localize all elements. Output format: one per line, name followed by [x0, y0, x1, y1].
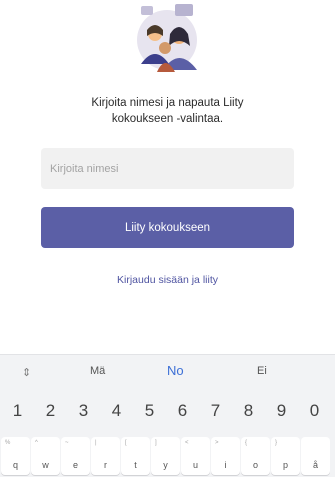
key-p[interactable]: } p: [271, 437, 300, 475]
key-i[interactable]: > i: [211, 437, 240, 475]
key-w-alt: ^: [35, 440, 38, 446]
key-e[interactable]: ~ e: [61, 437, 90, 475]
key-8[interactable]: 8: [233, 395, 264, 426]
key-o-alt: {: [245, 440, 248, 446]
key-5[interactable]: 5: [134, 395, 165, 426]
key-3[interactable]: 3: [68, 395, 99, 426]
instruction-line-1: Kirjoita nimesi ja napauta Liity: [91, 97, 244, 109]
key-9[interactable]: 9: [266, 395, 297, 426]
join-instruction-text: Kirjoita nimesi ja napauta Liity kokouks…: [40, 95, 295, 127]
participants-illustration-icon: [137, 4, 197, 72]
key-t-alt: [: [125, 440, 127, 446]
key-t-label: t: [134, 460, 137, 470]
key-6[interactable]: 6: [167, 395, 198, 426]
join-meeting-button[interactable]: Liity kokoukseen: [41, 207, 294, 248]
key-2[interactable]: 2: [35, 395, 66, 426]
meeting-illustration: [135, 0, 199, 76]
key-u-alt: <: [185, 440, 189, 446]
key-q-alt: %: [5, 440, 11, 446]
key-q-label: q: [12, 460, 18, 470]
key-4[interactable]: 4: [101, 395, 132, 426]
key-1[interactable]: 1: [2, 395, 33, 426]
key-y-label: y: [163, 460, 168, 470]
key-p-label: p: [282, 460, 288, 470]
sign-in-and-join-link[interactable]: Kirjaudu sisään ja liity: [40, 274, 295, 286]
suggestion-2[interactable]: No: [167, 363, 184, 378]
on-screen-keyboard: ⇕ Mä No Ei 1 2 3 4 5 6 7 8 9 0 % q ^ w ~ e …: [0, 354, 335, 477]
key-y[interactable]: ] y: [151, 437, 180, 475]
key-r[interactable]: | r: [91, 437, 120, 475]
key-r-alt: |: [95, 440, 97, 446]
name-input[interactable]: [41, 148, 294, 189]
key-a-ring-label: å: [312, 460, 318, 470]
letter-row-top: % q ^ w ~ e | r [t ] y < u > i {o } p å: [0, 435, 335, 477]
suggestion-bar: ⇕ Mä No Ei: [0, 355, 335, 391]
suggestion-3[interactable]: Ei: [257, 365, 267, 377]
key-w-label: w: [42, 460, 49, 470]
key-e-alt: ~: [65, 440, 69, 446]
instruction-line-2: kokoukseen -valintaa.: [111, 113, 224, 125]
key-t[interactable]: [t: [121, 437, 150, 475]
key-7[interactable]: 7: [200, 395, 231, 426]
key-e-label: e: [72, 460, 78, 470]
key-r-label: r: [104, 460, 107, 470]
key-i-alt: >: [215, 440, 219, 446]
key-q[interactable]: % q: [1, 437, 30, 475]
key-i-label: i: [224, 460, 227, 470]
key-u-label: u: [192, 460, 198, 470]
key-y-alt: ]: [155, 440, 157, 446]
key-o-label: o: [252, 460, 258, 470]
key-a-ring[interactable]: å: [301, 437, 330, 475]
key-u[interactable]: < u: [181, 437, 210, 475]
number-row: 1 2 3 4 5 6 7 8 9 0: [0, 393, 335, 429]
key-w[interactable]: ^ w: [31, 437, 60, 475]
key-p-alt: }: [275, 440, 278, 446]
expand-toolbar-icon[interactable]: ⇕: [22, 366, 31, 379]
key-0[interactable]: 0: [299, 395, 330, 426]
key-o[interactable]: {o: [241, 437, 270, 475]
suggestion-1[interactable]: Mä: [90, 365, 105, 377]
